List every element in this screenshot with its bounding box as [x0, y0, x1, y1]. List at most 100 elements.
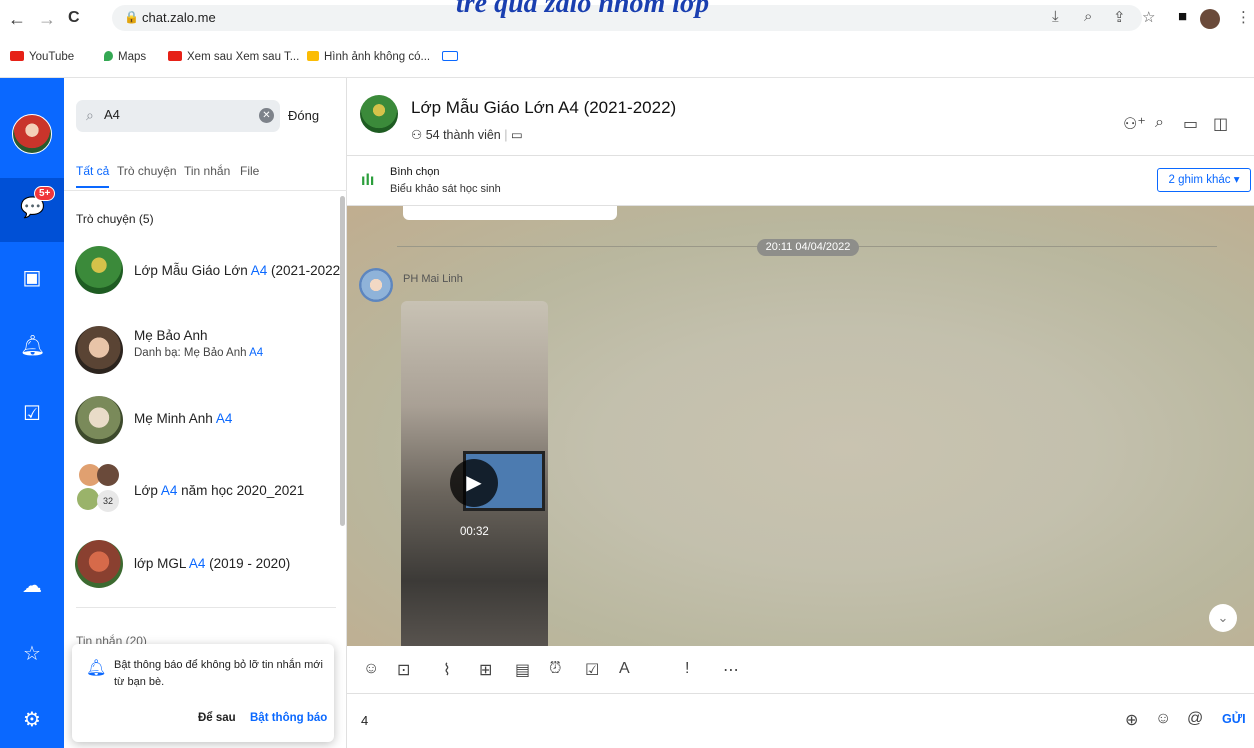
composer-toolbar: ☺ ⊡ ⌇ ⊞ ▤ ⏰︎ ☑ A ! ⋯ — [347, 646, 1254, 694]
divider — [76, 607, 336, 608]
list-item[interactable]: Lớp Mẫu Giáo Lớn A4 (2021-2022) — [64, 236, 345, 306]
poll-icon: ılı — [361, 172, 375, 189]
contact-avatar — [75, 396, 123, 444]
window-icon[interactable]: ■ — [1178, 8, 1187, 25]
previous-message-bubble[interactable] — [403, 206, 617, 220]
more-icon[interactable]: ⋯ — [723, 660, 739, 680]
message-list: 20:11 04/04/2022 PH Mai Linh ▶ 00:32 ⌄ — [347, 206, 1254, 646]
user-avatar[interactable] — [12, 114, 52, 154]
group-name[interactable]: Lớp Mẫu Giáo Lớn A4 (2021-2022) — [411, 98, 676, 118]
list-item[interactable]: lớp MGL A4 (2019 - 2020) — [64, 530, 340, 600]
overlay-title: trẻ qua zalo nhóm lớp — [456, 0, 710, 19]
message-composer: ⊕ ☺ @ GỬI — [347, 694, 1254, 748]
menu-icon[interactable]: ⋮ — [1236, 8, 1251, 26]
close-search-button[interactable]: Đóng — [288, 108, 319, 123]
result-name: Mẹ Minh Anh A4 — [134, 411, 233, 426]
member-count[interactable]: ⚇ 54 thành viên | ▭ — [411, 127, 523, 142]
list-item[interactable]: Mẹ Bảo Anh Danh bạ: Mẹ Bảo Anh A4 — [64, 316, 340, 386]
mention-icon[interactable]: @ — [1187, 710, 1203, 728]
reminder-icon[interactable]: ⏰︎ — [549, 660, 561, 678]
install-icon[interactable]: ⤓ — [1052, 8, 1059, 25]
person-icon: ⚇ — [411, 128, 426, 142]
result-name: Lớp Mẫu Giáo Lớn A4 (2021-2022) — [134, 263, 345, 278]
member-count: 32 — [97, 490, 119, 512]
search-box[interactable]: ⌕ ✕ — [76, 100, 280, 132]
reload-button[interactable]: C — [68, 9, 80, 27]
contact-card-icon[interactable]: ▤ — [515, 660, 530, 680]
settings-icon[interactable]: ⚙ — [20, 708, 44, 732]
star-icon[interactable]: ☆ — [20, 642, 44, 666]
search-panel: ⌕ ✕ Đóng Tất cả Trò chuyện Tin nhắn File… — [64, 78, 347, 748]
tab-all[interactable]: Tất cả — [76, 164, 109, 178]
group-avatar-stack: 32 — [75, 464, 127, 520]
group-avatar — [75, 540, 123, 588]
profile-avatar[interactable] — [1200, 9, 1220, 29]
bookmark-zalo-icon[interactable] — [442, 51, 463, 63]
emoji-icon[interactable]: ☺ — [1155, 710, 1171, 728]
unread-badge: 5+ — [34, 186, 56, 201]
active-tab-indicator — [76, 186, 109, 188]
later-button[interactable]: Để sau — [198, 712, 236, 724]
format-text-icon[interactable]: A — [619, 660, 630, 678]
tab-messages[interactable]: Tin nhắn — [184, 164, 230, 178]
more-pins-button[interactable]: 2 ghim khác ▾ — [1157, 168, 1251, 192]
task-icon[interactable]: ☑ — [585, 660, 599, 680]
pinned-bar[interactable]: ılı Bình chọn Biểu khảo sát học sinh 2 g… — [347, 156, 1254, 206]
url-text: chat.zalo.me — [142, 10, 216, 25]
bookmark-star-icon[interactable]: ☆ — [1142, 8, 1155, 26]
list-item[interactable]: Mẹ Minh Anh A4 — [64, 386, 340, 456]
cloud-icon[interactable]: ☁ — [20, 574, 44, 598]
video-call-icon[interactable]: ▭ — [1183, 114, 1198, 134]
priority-icon[interactable]: ! — [685, 660, 689, 678]
todo-icon[interactable]: ☑ — [20, 402, 44, 426]
bookmark-youtube[interactable]: YouTube — [10, 51, 74, 63]
result-name: lớp MGL A4 (2019 - 2020) — [134, 556, 291, 571]
back-button[interactable]: ← — [8, 9, 26, 30]
tag-icon[interactable]: ▭ — [511, 128, 523, 142]
result-name: Mẹ Bảo Anh — [134, 328, 208, 343]
scroll-down-button[interactable]: ⌄ — [1209, 604, 1237, 632]
forward-button[interactable]: → — [38, 9, 56, 30]
bookmarks-bar: YouTube Maps Xem sau Xem sau T... Hình ả… — [0, 40, 1254, 78]
panel-scrollbar[interactable] — [340, 196, 345, 526]
contact-avatar — [75, 326, 123, 374]
nav-rail: 💬 5+ ▣ 🔔︎ ☑ ☁ ☆ ⚙ — [0, 78, 64, 748]
zoom-icon[interactable]: ⌕ — [1084, 8, 1092, 25]
timestamp-pill: 20:11 04/04/2022 — [757, 239, 859, 256]
toggle-sidebar-icon[interactable]: ◫ — [1213, 114, 1228, 134]
send-button[interactable]: GỬI — [1222, 712, 1246, 726]
search-input[interactable] — [104, 107, 254, 122]
tab-files[interactable]: File — [240, 164, 259, 178]
bell-icon[interactable]: 🔔︎ — [20, 334, 45, 358]
search-icon[interactable]: ⌕ — [1155, 114, 1164, 132]
image-icon[interactable]: ⊡ — [397, 660, 410, 680]
lock-icon: 🔒 — [124, 10, 139, 24]
bookmark-maps[interactable]: Maps — [104, 51, 146, 63]
tab-chats[interactable]: Trò chuyện — [117, 164, 177, 178]
quick-reply-icon[interactable]: ⊕ — [1125, 710, 1138, 730]
attach-icon[interactable]: ⌇ — [443, 660, 451, 680]
video-duration: 00:32 — [460, 526, 489, 538]
contacts-icon[interactable]: ▣ — [20, 266, 44, 290]
bell-icon: 🔔︎ — [86, 660, 107, 677]
divider — [64, 190, 347, 191]
pinned-subtitle: Biểu khảo sát học sinh — [390, 183, 501, 195]
chat-header: Lớp Mẫu Giáo Lớn A4 (2021-2022) ⚇ 54 thà… — [347, 78, 1254, 156]
list-item[interactable]: 32 Lớp A4 năm học 2020_2021 — [64, 456, 340, 526]
message-input[interactable] — [361, 713, 1061, 728]
add-member-icon[interactable]: ⚇⁺ — [1123, 114, 1146, 134]
sticker-icon[interactable]: ☺ — [363, 660, 379, 678]
enable-notifications-button[interactable]: Bật thông báo — [250, 712, 327, 724]
sender-name: PH Mai Linh — [403, 273, 463, 285]
group-avatar — [75, 246, 123, 294]
sender-avatar[interactable] — [359, 268, 393, 302]
group-avatar[interactable] — [360, 95, 398, 133]
play-icon[interactable]: ▶ — [450, 459, 498, 507]
notification-message: Bật thông báo để không bỏ lỡ tin nhắn mớ… — [114, 659, 323, 688]
video-message[interactable]: ▶ 00:32 — [401, 301, 548, 646]
bookmark-hinh-anh[interactable]: Hình ảnh không có... — [307, 51, 430, 63]
bookmark-xem-sau[interactable]: Xem sau Xem sau T... — [168, 51, 299, 63]
share-icon[interactable]: ⇪ — [1113, 8, 1126, 26]
clear-search-icon[interactable]: ✕ — [259, 108, 274, 123]
screenshot-icon[interactable]: ⊞ — [479, 660, 492, 680]
